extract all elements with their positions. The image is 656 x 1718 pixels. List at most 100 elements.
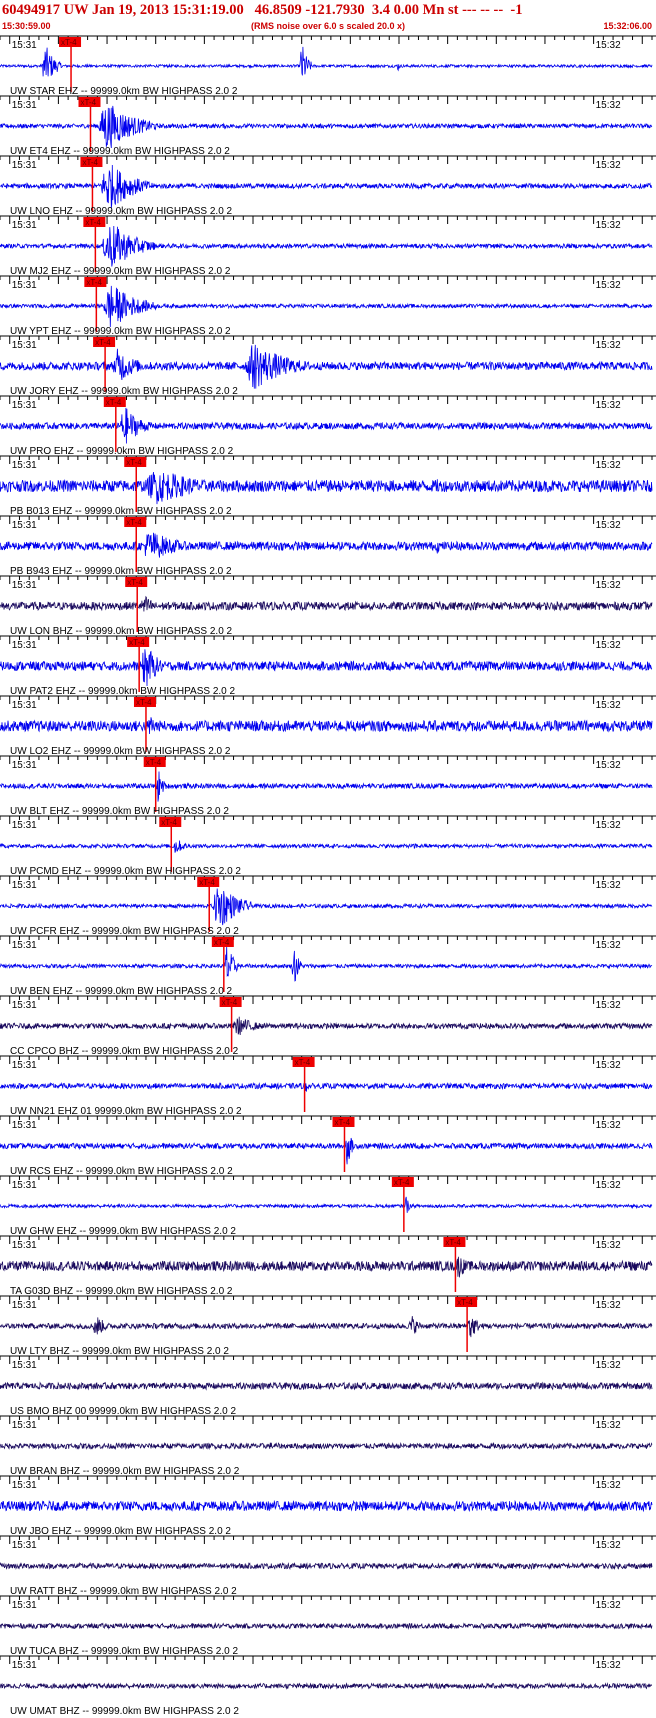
station-label: UW GHW EHZ -- 99999.0km BW HIGHPASS 2.0 … bbox=[10, 1226, 236, 1237]
waveform-trace bbox=[0, 595, 653, 612]
tick-label-1532: 15:32 bbox=[596, 1240, 621, 1251]
station-label: UW PCFR EHZ -- 99999.0km BW HIGHPASS 2.0… bbox=[10, 926, 239, 937]
waveform-trace bbox=[0, 888, 653, 926]
station-label: UW BEN EHZ -- 99999.0km BW HIGHPASS 2.0 … bbox=[10, 986, 233, 997]
station-label: UW ET4 EHZ -- 99999.0km BW HIGHPASS 2.0 … bbox=[10, 146, 230, 157]
tick-label-1532: 15:32 bbox=[596, 1300, 621, 1311]
waveform-trace bbox=[0, 532, 653, 558]
waveform-trace bbox=[0, 649, 653, 687]
station-label: PB B013 EHZ -- 99999.0km BW HIGHPASS 2.0… bbox=[10, 506, 232, 517]
pick-label: xT-4 bbox=[457, 1298, 473, 1307]
station-label: UW PAT2 EHZ -- 99999.0km BW HIGHPASS 2.0… bbox=[10, 686, 235, 697]
pick-label: xT-4 bbox=[146, 758, 162, 767]
pick-label: xT-4 bbox=[127, 578, 143, 587]
tick-label-1532: 15:32 bbox=[596, 340, 621, 351]
pick-label: xT-4 bbox=[95, 338, 111, 347]
station-label: UW YPT EHZ -- 99999.0km BW HIGHPASS 2.0 … bbox=[10, 326, 231, 337]
station-label: UW LON BHZ -- 99999.0km BW HIGHPASS 2.0 … bbox=[10, 626, 233, 637]
tick-label-1531: 15:31 bbox=[12, 1000, 37, 1011]
seismogram-plot: 15:31 15:32 xT-4 UW STAR EHZ -- 99999.0km B… bbox=[0, 35, 656, 1717]
waveform-trace bbox=[0, 1441, 653, 1451]
tick-label-1531: 15:31 bbox=[12, 340, 37, 351]
tick-label-1532: 15:32 bbox=[596, 640, 621, 651]
waveform-trace bbox=[0, 471, 653, 505]
pick-label: xT-4 bbox=[61, 38, 77, 47]
waveform-trace bbox=[0, 225, 653, 267]
pick-label: xT-4 bbox=[86, 278, 102, 287]
pick-label: xT-4 bbox=[334, 1118, 350, 1127]
tick-label-1532: 15:32 bbox=[596, 940, 621, 951]
pick-label: xT-4 bbox=[295, 1058, 311, 1067]
waveform-trace bbox=[0, 1137, 653, 1165]
tick-label-1531: 15:31 bbox=[12, 160, 37, 171]
tick-label-1532: 15:32 bbox=[596, 1600, 621, 1611]
tick-label-1531: 15:31 bbox=[12, 40, 37, 51]
tick-label-1531: 15:31 bbox=[12, 640, 37, 651]
tick-label-1532: 15:32 bbox=[596, 1540, 621, 1551]
waveform-trace bbox=[0, 46, 653, 77]
tick-label-1532: 15:32 bbox=[596, 700, 621, 711]
tick-label-1531: 15:31 bbox=[12, 1660, 37, 1671]
tick-label-1532: 15:32 bbox=[596, 1420, 621, 1431]
tick-label-1531: 15:31 bbox=[12, 1180, 37, 1191]
tick-label-1532: 15:32 bbox=[596, 460, 621, 471]
tick-label-1531: 15:31 bbox=[12, 220, 37, 231]
waveform-trace bbox=[0, 407, 653, 444]
pick-label: xT-4 bbox=[136, 698, 152, 707]
station-label: UW STAR EHZ -- 99999.0km BW HIGHPASS 2.0… bbox=[10, 86, 238, 97]
tick-label-1532: 15:32 bbox=[596, 160, 621, 171]
tick-label-1531: 15:31 bbox=[12, 940, 37, 951]
station-label: UW NN21 EHZ 01 99999.0km BW HIGHPASS 2.0… bbox=[10, 1106, 242, 1117]
pick-label: xT-4 bbox=[161, 818, 177, 827]
station-label: UW TUCA BHZ -- 99999.0km BW HIGHPASS 2.0… bbox=[10, 1646, 238, 1657]
waveform-trace bbox=[0, 1561, 653, 1571]
tick-label-1532: 15:32 bbox=[596, 880, 621, 891]
waveform-trace bbox=[0, 1256, 653, 1278]
tick-label-1532: 15:32 bbox=[596, 1660, 621, 1671]
tick-label-1531: 15:31 bbox=[12, 820, 37, 831]
waveform-trace bbox=[0, 1682, 653, 1690]
pick-label: xT-4 bbox=[129, 638, 145, 647]
tick-label-1531: 15:31 bbox=[12, 1540, 37, 1551]
tick-label-1531: 15:31 bbox=[12, 1480, 37, 1491]
station-label: UW BLT EHZ -- 99999.0km BW HIGHPASS 2.0 … bbox=[10, 806, 229, 817]
pick-label: xT-4 bbox=[106, 398, 122, 407]
station-label: UW LNO EHZ -- 99999.0km BW HIGHPASS 2.0 … bbox=[10, 206, 233, 217]
tick-label-1532: 15:32 bbox=[596, 1060, 621, 1071]
station-label: PB B943 EHZ -- 99999.0km BW HIGHPASS 2.0… bbox=[10, 566, 232, 577]
tick-label-1532: 15:32 bbox=[596, 580, 621, 591]
station-label: US BMO BHZ 00 99999.0km BW HIGHPASS 2.0 … bbox=[10, 1406, 236, 1417]
tick-label-1531: 15:31 bbox=[12, 1120, 37, 1131]
tick-label-1531: 15:31 bbox=[12, 700, 37, 711]
tick-label-1531: 15:31 bbox=[12, 760, 37, 771]
tick-label-1532: 15:32 bbox=[596, 520, 621, 531]
tick-label-1532: 15:32 bbox=[596, 280, 621, 291]
tick-label-1532: 15:32 bbox=[596, 1120, 621, 1131]
station-label: UW RCS EHZ -- 99999.0km BW HIGHPASS 2.0 … bbox=[10, 1166, 233, 1177]
station-label: UW PCMD EHZ -- 99999.0km BW HIGHPASS 2.0… bbox=[10, 866, 241, 877]
waveform-trace bbox=[0, 840, 653, 853]
tick-label-1532: 15:32 bbox=[596, 40, 621, 51]
tick-label-1531: 15:31 bbox=[12, 100, 37, 111]
pick-label: xT-4 bbox=[126, 518, 142, 527]
waveform-trace bbox=[0, 1499, 653, 1513]
tick-label-1532: 15:32 bbox=[596, 1000, 621, 1011]
waveform-trace bbox=[0, 1622, 653, 1630]
tick-label-1532: 15:32 bbox=[596, 1480, 621, 1491]
tick-label-1532: 15:32 bbox=[596, 400, 621, 411]
pick-label: xT-4 bbox=[214, 938, 230, 947]
tick-label-1531: 15:31 bbox=[12, 280, 37, 291]
tick-label-1531: 15:31 bbox=[12, 1420, 37, 1431]
tick-label-1531: 15:31 bbox=[12, 400, 37, 411]
waveform-trace bbox=[0, 1316, 653, 1338]
station-label: UW BRAN BHZ -- 99999.0km BW HIGHPASS 2.0… bbox=[10, 1466, 240, 1477]
tick-label-1532: 15:32 bbox=[596, 220, 621, 231]
tick-label-1531: 15:31 bbox=[12, 880, 37, 891]
tick-label-1531: 15:31 bbox=[12, 1600, 37, 1611]
station-label: UW RATT BHZ -- 99999.0km BW HIGHPASS 2.0… bbox=[10, 1586, 237, 1597]
station-label: UW JBO EHZ -- 99999.0km BW HIGHPASS 2.0 … bbox=[10, 1526, 231, 1537]
station-label: TA G03D BHZ -- 99999.0km BW HIGHPASS 2.0… bbox=[10, 1286, 233, 1297]
tick-label-1532: 15:32 bbox=[596, 820, 621, 831]
station-label: UW PRO EHZ -- 99999.0km BW HIGHPASS 2.0 … bbox=[10, 446, 234, 457]
station-label: UW JORY EHZ -- 99999.0km BW HIGHPASS 2.0… bbox=[10, 386, 238, 397]
